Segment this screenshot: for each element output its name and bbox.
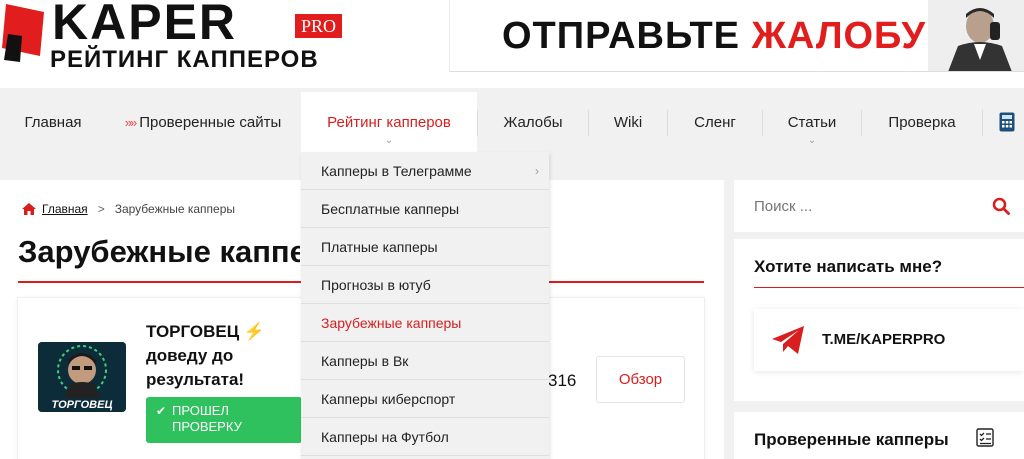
nav-divider <box>982 110 983 136</box>
nav-item-tipster-rating[interactable]: Рейтинг капперов ⌄ <box>301 92 477 152</box>
home-icon[interactable] <box>22 203 36 215</box>
tipster-avatar[interactable]: ТОРГОВЕЦ <box>38 342 126 412</box>
avatar-caption: ТОРГОВЕЦ <box>52 399 113 411</box>
site-header: KAPER PRO РЕЙТИНГ КАППЕРОВ ОТПРАВЬТЕ ЖАЛ… <box>0 0 1024 88</box>
breadcrumb-current: Зарубежные капперы <box>114 202 236 216</box>
telegram-icon <box>772 326 804 354</box>
breadcrumb: Главная > Зарубежные капперы <box>22 202 235 216</box>
chevron-down-icon: ⌄ <box>384 135 394 146</box>
dropdown-item-youtube[interactable]: Прогнозы в ютуб <box>301 266 549 304</box>
verified-badge: ✔ ПРОШЕЛ ПРОВЕРКУ <box>146 397 302 443</box>
review-button-label: Обзор <box>618 371 663 388</box>
dropdown-item-label: Капперы на Футбол <box>321 428 449 445</box>
dropdown-item-label: Платные капперы <box>321 238 438 255</box>
nav-item-slang[interactable]: Сленг <box>668 92 762 152</box>
banner-text: ОТПРАВЬТЕ ЖАЛОБУ <box>502 14 926 58</box>
checklist-icon <box>976 428 994 447</box>
review-button[interactable]: Обзор <box>596 356 685 403</box>
nav-item-complaints[interactable]: Жалобы <box>478 92 588 152</box>
tipster-name[interactable]: ТОРГОВЕЦ ⚡ доведу до результата! <box>146 320 296 392</box>
tipster-stat-value: 316 <box>548 371 577 390</box>
nav-item-articles[interactable]: Статьи ⌄ <box>763 92 861 152</box>
logo-mark-icon <box>2 4 44 62</box>
breadcrumb-home-link[interactable]: Главная <box>42 202 88 216</box>
dropdown-item-label: Капперы в Телеграмме <box>321 162 472 179</box>
banner-text-part2: ЖАЛОБУ <box>751 15 927 57</box>
verified-tipsters-title: Проверенные капперы <box>754 430 949 449</box>
logo-pro-badge: PRO <box>295 14 343 38</box>
nav-item-label: Статьи <box>787 113 837 131</box>
nav-item-label: Жалобы <box>503 113 563 131</box>
nav-item-label: Проверенные сайты <box>139 113 282 131</box>
dropdown-item-label: Капперы киберспорт <box>321 390 456 407</box>
nav-item-label: Сленг <box>694 113 736 131</box>
chevron-right-icon: › <box>535 163 539 178</box>
logo-text: KAPER <box>52 0 238 50</box>
banner-text-part1: ОТПРАВЬТЕ <box>502 15 741 57</box>
verified-badge-label: ПРОШЕЛ ПРОВЕРКУ <box>172 403 242 434</box>
page-title: Зарубежные капперы <box>18 234 300 269</box>
breadcrumb-separator: > <box>97 202 105 216</box>
dropdown-item-label: Бесплатные капперы <box>321 200 460 217</box>
nav-item-home[interactable]: Главная <box>0 92 106 152</box>
search-input[interactable] <box>754 196 974 216</box>
logo-subtitle: РЕЙТИНГ КАППЕРОВ <box>50 46 319 73</box>
telegram-link-label[interactable]: T.ME/KAPERPRO <box>822 331 945 348</box>
nav-item-label: Проверка <box>888 113 956 131</box>
search-icon[interactable] <box>992 197 1010 215</box>
nav-item-wiki[interactable]: Wiki <box>589 92 667 152</box>
dropdown-item-vk[interactable]: Капперы в Вк <box>301 342 549 380</box>
nav-item-label: Wiki <box>613 113 643 131</box>
calculator-icon[interactable] <box>999 112 1015 132</box>
contact-widget-title: Хотите написать мне? <box>754 257 943 276</box>
dropdown-item-paid[interactable]: Платные капперы <box>301 228 549 266</box>
tipster-avatar-image: ТОРГОВЕЦ <box>38 342 126 412</box>
nav-item-label: Рейтинг капперов <box>327 113 451 131</box>
banner-man-photo <box>928 0 1024 71</box>
nav-item-check[interactable]: Проверка <box>862 92 982 152</box>
dropdown-item-label: Зарубежные капперы <box>321 314 462 331</box>
dropdown-item-telegram[interactable]: Капперы в Телеграмме › <box>301 152 549 190</box>
double-chevron-icon: »» <box>124 114 138 130</box>
nav-item-label: Главная <box>24 113 82 131</box>
complaint-banner[interactable]: ОТПРАВЬТЕ ЖАЛОБУ <box>449 0 1024 72</box>
site-logo[interactable]: KAPER PRO РЕЙТИНГ КАППЕРОВ <box>0 0 350 80</box>
main-nav: Главная »» Проверенные сайты Рейтинг кап… <box>0 92 1024 152</box>
dropdown-item-label: Капперы в Вк <box>321 352 409 369</box>
tipster-rating-dropdown: Капперы в Телеграмме › Бесплатные каппер… <box>301 152 549 459</box>
dropdown-item-esports[interactable]: Капперы киберспорт <box>301 380 549 418</box>
dropdown-item-foreign[interactable]: Зарубежные капперы <box>301 304 549 342</box>
chevron-down-icon: ⌄ <box>807 135 817 146</box>
nav-item-verified-sites[interactable]: »» Проверенные сайты <box>106 92 300 152</box>
check-icon: ✔ <box>156 404 167 418</box>
dropdown-item-label: Прогнозы в ютуб <box>321 276 431 293</box>
widget-title-underline <box>754 287 1024 288</box>
dropdown-item-free[interactable]: Бесплатные капперы <box>301 190 549 228</box>
dropdown-item-football[interactable]: Капперы на Футбол <box>301 418 549 456</box>
